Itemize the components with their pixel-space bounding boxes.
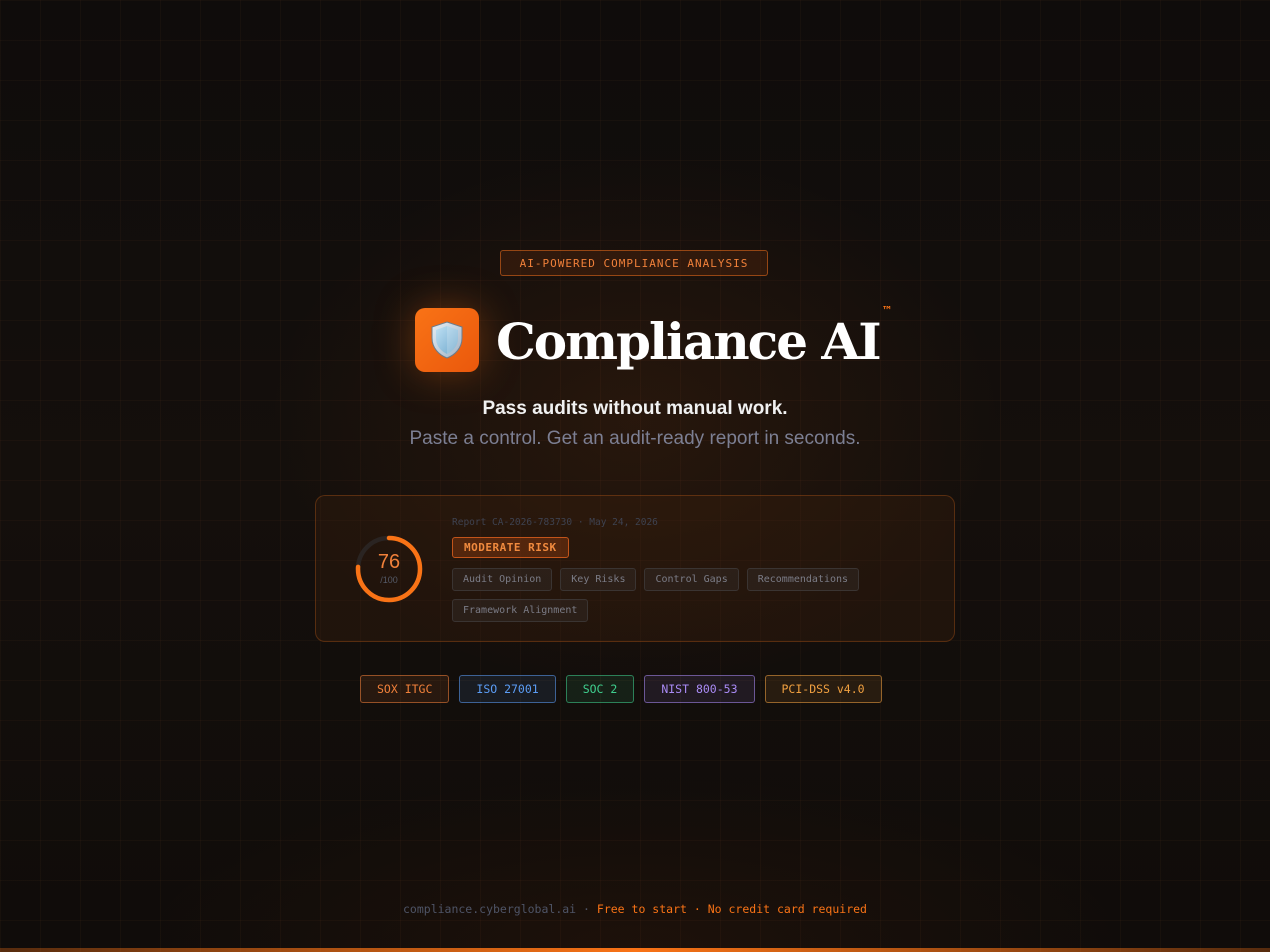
section-chip-control-gaps: Control Gaps: [644, 568, 739, 591]
report-meta: Report CA-2026-783730 · May 24, 2026: [452, 517, 658, 528]
section-chip-key-risks: Key Risks: [560, 568, 637, 591]
subheadline: Paste a control. Get an audit-ready repo…: [409, 428, 861, 449]
framework-badge-sox: SOX ITGC: [360, 675, 450, 703]
score-value: 76: [377, 551, 401, 573]
section-chip-recommendations: Recommendations: [746, 568, 860, 591]
section-chip-framework-alignment: Framework Alignment: [452, 599, 589, 622]
risk-level-badge: MODERATE RISK: [452, 537, 569, 558]
framework-badge-pci: PCI-DSS v4.0: [764, 675, 882, 703]
brand-name: Compliance AI™: [496, 304, 893, 371]
footer-separator-2: ·: [693, 902, 701, 916]
bottom-accent-bar: [0, 948, 1270, 952]
report-sections: Audit Opinion Key Risks Control Gaps Rec…: [452, 568, 892, 622]
brand-lockup: Compliance AI™: [415, 304, 893, 372]
score-max: /100: [380, 575, 398, 585]
footer-separator: ·: [583, 902, 590, 916]
trademark-mark: ™: [881, 304, 893, 317]
framework-badges: SOX ITGC ISO 27001 SOC 2 NIST 800-53 PCI…: [360, 675, 882, 703]
logo-badge: [415, 308, 479, 372]
shield-icon: [431, 321, 463, 359]
section-chip-audit-opinion: Audit Opinion: [452, 568, 553, 591]
framework-badge-iso: ISO 27001: [459, 675, 556, 703]
headline: Pass audits without manual work.: [482, 398, 788, 419]
framework-badge-nist: NIST 800-53: [644, 675, 755, 703]
footer-free-text: Free to start: [596, 902, 687, 916]
framework-badge-soc2: SOC 2: [565, 675, 635, 703]
footer-no-card-text: No credit card required: [707, 902, 867, 916]
background-grid: [0, 0, 1270, 952]
footer-domain-link[interactable]: compliance.cyberglobal.ai: [403, 902, 576, 916]
footer: compliance.cyberglobal.ai · Free to star…: [0, 902, 1270, 916]
report-preview-card: 76 /100 Report CA-2026-783730 · May 24, …: [315, 495, 955, 642]
tagline-badge: AI-POWERED COMPLIANCE ANALYSIS: [500, 250, 768, 276]
